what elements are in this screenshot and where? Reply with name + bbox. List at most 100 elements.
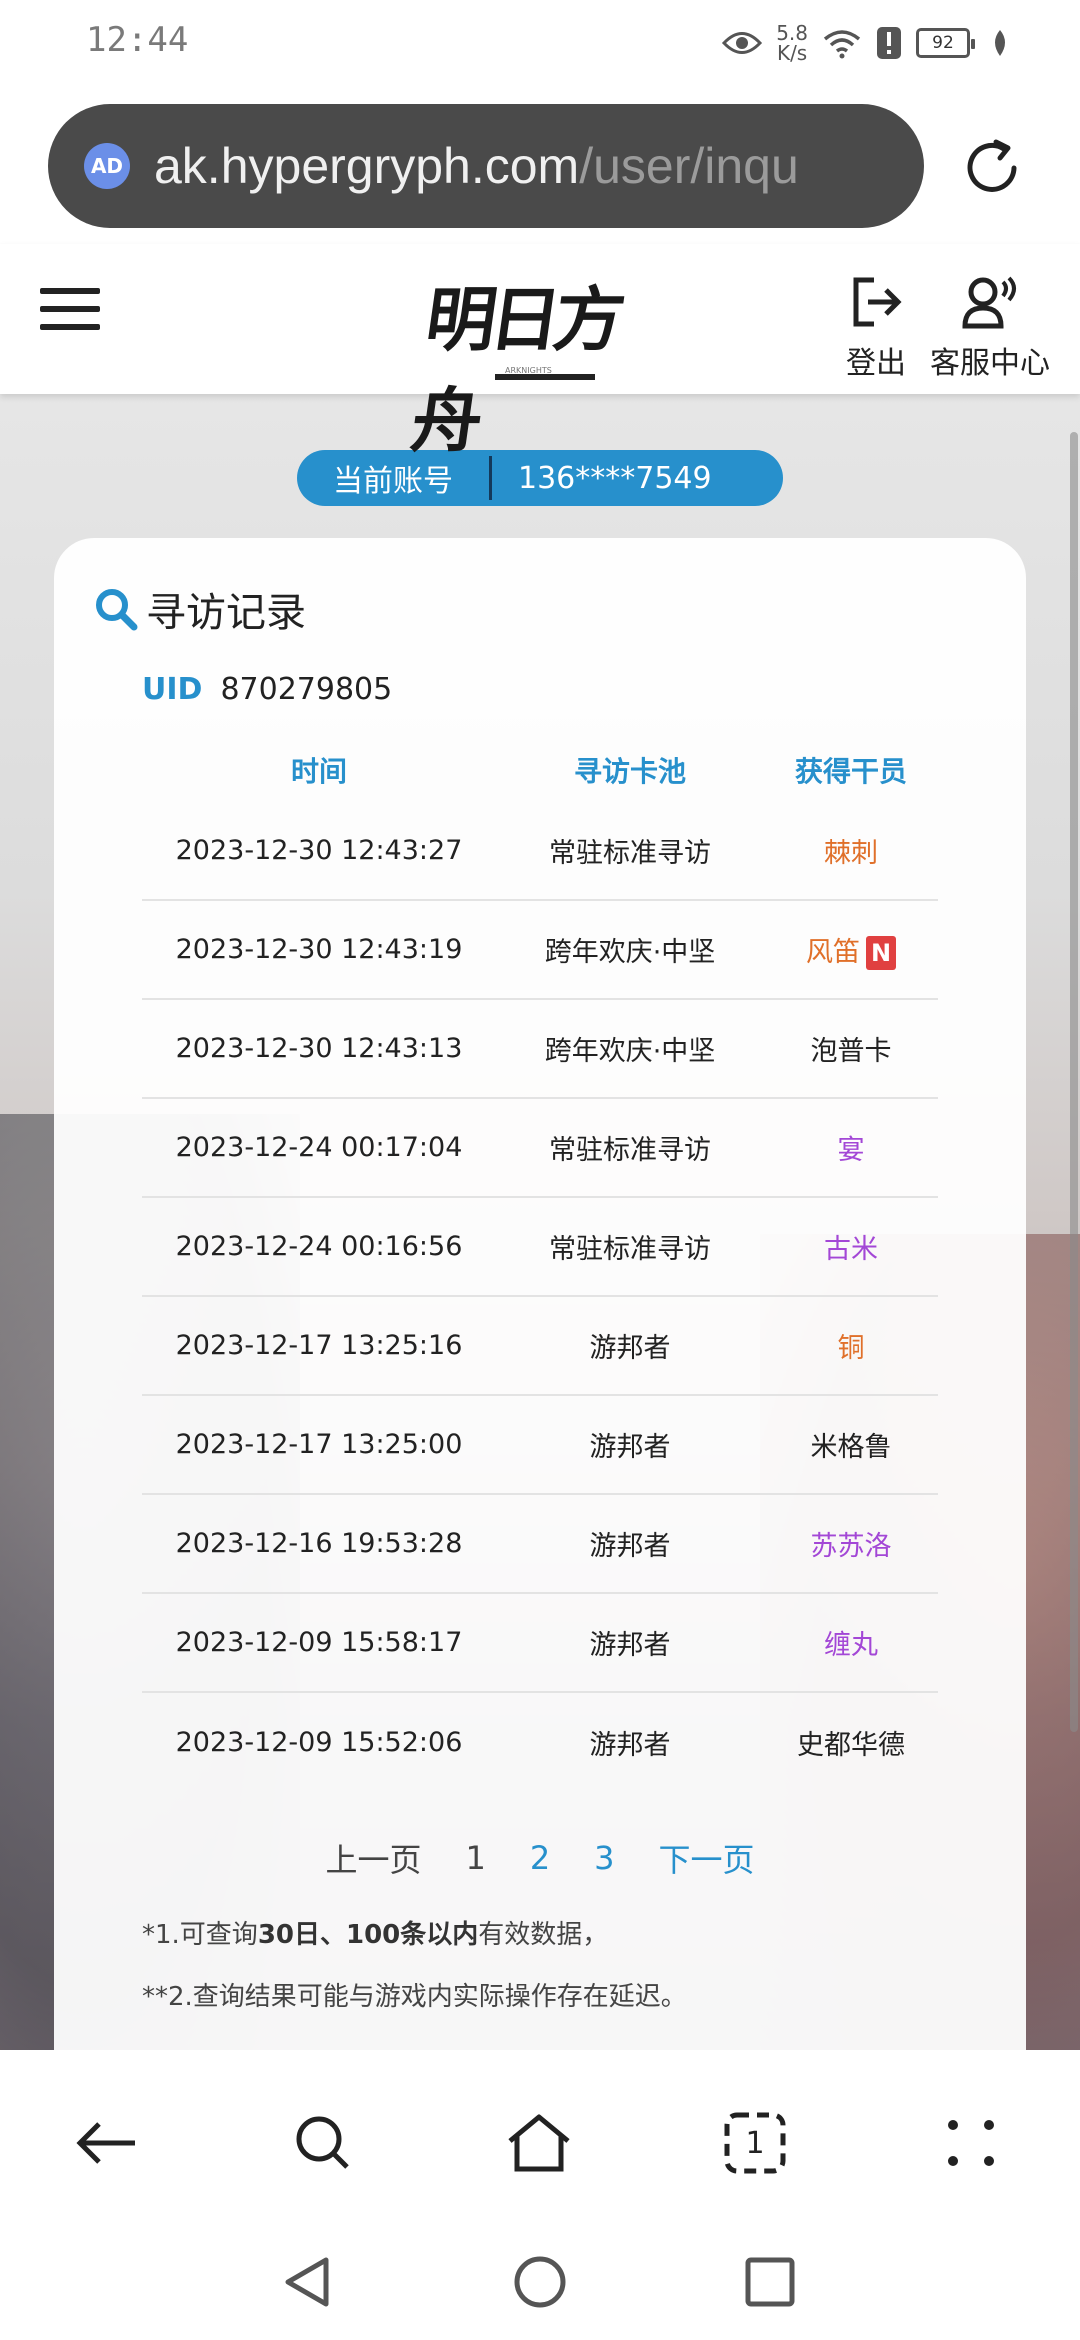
record-operator: 史都华德	[797, 1730, 905, 1761]
page-2-button[interactable]: 2	[530, 1839, 550, 1877]
table-row: 2023-12-30 12:43:27 常驻标准寻访 棘刺	[142, 802, 938, 901]
note-1: *1.可查询30日、100条以内有效数据，	[142, 1914, 608, 1951]
tabs-button[interactable]: 1	[720, 2108, 790, 2178]
reload-icon[interactable]	[956, 132, 1028, 204]
search-icon	[96, 589, 138, 631]
card-title: 寻访记录	[92, 580, 306, 638]
table-row: 2023-12-30 12:43:19 跨年欢庆·中坚 风笛 N	[142, 901, 938, 1000]
next-page-button[interactable]: 下一页	[659, 1835, 755, 1881]
record-operator: 风笛	[806, 936, 860, 968]
record-operator: 棘刺	[824, 838, 878, 869]
table-row: 2023-12-24 00:16:56 常驻标准寻访 古米	[142, 1198, 938, 1297]
table-row: 2023-12-30 12:43:13 跨年欢庆·中坚 泡普卡	[142, 1000, 938, 1099]
table-row: 2023-12-16 19:53:28 游邦者 苏苏洛	[142, 1495, 938, 1594]
page-scrollbar[interactable]	[1070, 432, 1078, 1732]
note-2: **2.查询结果可能与游戏内实际操作存在延迟。	[142, 1982, 687, 2012]
record-time: 2023-12-30 12:43:13	[175, 1033, 463, 1064]
record-time: 2023-12-17 13:25:16	[175, 1330, 463, 1361]
record-pool: 常驻标准寻访	[549, 1234, 711, 1265]
logout-icon	[853, 277, 902, 327]
record-pool: 游邦者	[589, 1531, 671, 1562]
main-content: 当前账号 136****7549 寻访记录 UID 870279805 时间 寻…	[0, 394, 1080, 2050]
note-1-suffix: 有效数据，	[478, 1920, 609, 1950]
new-badge: N	[866, 935, 896, 970]
record-pool: 游邦者	[589, 1730, 671, 1761]
record-table: 时间 寻访卡池 获得干员 2023-12-30 12:43:27 常驻标准寻访 棘刺…	[142, 738, 938, 1792]
table-row: 2023-12-09 15:52:06 游邦者 史都华德	[142, 1693, 938, 1792]
home-icon	[508, 2114, 570, 2172]
uid-value: 870279805	[220, 672, 393, 707]
table-body: 2023-12-30 12:43:27 常驻标准寻访 棘刺 2023-12-30 12…	[142, 802, 938, 1792]
record-pool: 常驻标准寻访	[549, 1135, 711, 1166]
customer-service-label: 客服中心	[930, 346, 1050, 381]
table-header: 时间 寻访卡池 获得干员	[142, 738, 938, 802]
record-time: 2023-12-09 15:52:06	[175, 1727, 463, 1758]
nav-recents-icon[interactable]	[740, 2252, 800, 2312]
logo-underline	[495, 374, 595, 380]
menu-icon[interactable]	[40, 284, 104, 334]
battery-level: 92	[932, 33, 954, 53]
record-pool: 游邦者	[589, 1432, 671, 1463]
table-row: 2023-12-09 15:58:17 游邦者 缠丸	[142, 1594, 938, 1693]
column-header-time: 时间	[290, 755, 347, 788]
record-pool: 跨年欢庆·中坚	[544, 1036, 716, 1067]
record-operator-cell: 古米	[764, 1227, 938, 1266]
prev-page-button[interactable]: 上一页	[325, 1835, 421, 1881]
record-time: 2023-12-30 12:43:19	[175, 934, 463, 965]
record-operator-cell: 棘刺	[764, 831, 938, 870]
support-icon	[962, 276, 1016, 329]
record-operator-cell: 铜	[764, 1326, 938, 1365]
nav-back-icon[interactable]	[278, 2252, 338, 2312]
record-time: 2023-12-09 15:58:17	[175, 1627, 463, 1658]
record-pool: 游邦者	[589, 1333, 671, 1364]
eye-icon	[722, 32, 763, 54]
uid-label: UID	[142, 672, 203, 707]
record-time: 2023-12-24 00:16:56	[175, 1231, 463, 1262]
record-time: 2023-12-16 19:53:28	[175, 1528, 463, 1559]
record-time: 2023-12-17 13:25:00	[175, 1429, 463, 1460]
uid-row: UID 870279805	[142, 672, 392, 707]
logout-button[interactable]: 登出	[846, 274, 906, 382]
nav-home-icon[interactable]	[510, 2252, 570, 2312]
ad-icon[interactable]: AD	[84, 143, 130, 189]
record-pool: 常驻标准寻访	[549, 838, 711, 869]
record-operator-cell: 苏苏洛	[764, 1524, 938, 1563]
record-operator: 古米	[824, 1234, 878, 1265]
site-logo[interactable]: 明日方舟 ARKNIGHTS	[406, 264, 660, 462]
column-header-operator: 获得干员	[794, 755, 907, 788]
url-text[interactable]: ak.hypergryph.com/user/inqu	[154, 137, 799, 195]
more-button[interactable]	[936, 2108, 1006, 2178]
record-operator-cell: 泡普卡	[764, 1029, 938, 1068]
pagination: 上一页 1 2 3 下一页	[54, 1828, 1026, 1888]
record-time: 2023-12-24 00:17:04	[175, 1132, 463, 1163]
home-button[interactable]	[504, 2108, 574, 2178]
url-bar[interactable]: AD ak.hypergryph.com/user/inqu	[48, 104, 924, 228]
more-icon	[948, 2120, 994, 2166]
gacha-record-card: 寻访记录 UID 870279805 时间 寻访卡池 获得干员 2023-12-…	[54, 538, 1026, 2050]
record-operator: 苏苏洛	[810, 1531, 892, 1562]
record-operator-cell: 风笛 N	[764, 930, 938, 970]
tab-count: 1	[745, 2125, 765, 2161]
card-title-text: 寻访记录	[146, 590, 306, 636]
page-3-button[interactable]: 3	[594, 1839, 614, 1877]
back-button[interactable]	[72, 2108, 142, 2178]
net-speed: 5.8 K/s	[776, 23, 808, 63]
column-header-pool: 寻访卡池	[573, 755, 686, 788]
record-pool: 跨年欢庆·中坚	[544, 937, 716, 968]
note-1-bold: 30日、100条以内	[257, 1920, 479, 1950]
page-1-button[interactable]: 1	[465, 1839, 485, 1877]
status-time: 12:44	[86, 20, 189, 60]
search-button[interactable]	[288, 2108, 358, 2178]
record-operator-cell: 史都华德	[764, 1723, 938, 1762]
search-icon	[296, 2116, 349, 2169]
customer-service-button[interactable]: 客服中心	[930, 274, 1050, 382]
table-row: 2023-12-17 13:25:16 游邦者 铜	[142, 1297, 938, 1396]
leaf-icon	[995, 30, 1005, 56]
url-path: /user/inqu	[579, 138, 799, 194]
battery-icon: 92	[916, 28, 975, 58]
back-arrow-icon	[76, 2122, 135, 2164]
record-operator: 宴	[837, 1135, 865, 1166]
record-operator: 缠丸	[824, 1630, 878, 1661]
logout-label: 登出	[846, 346, 906, 381]
record-operator: 铜	[837, 1333, 865, 1364]
